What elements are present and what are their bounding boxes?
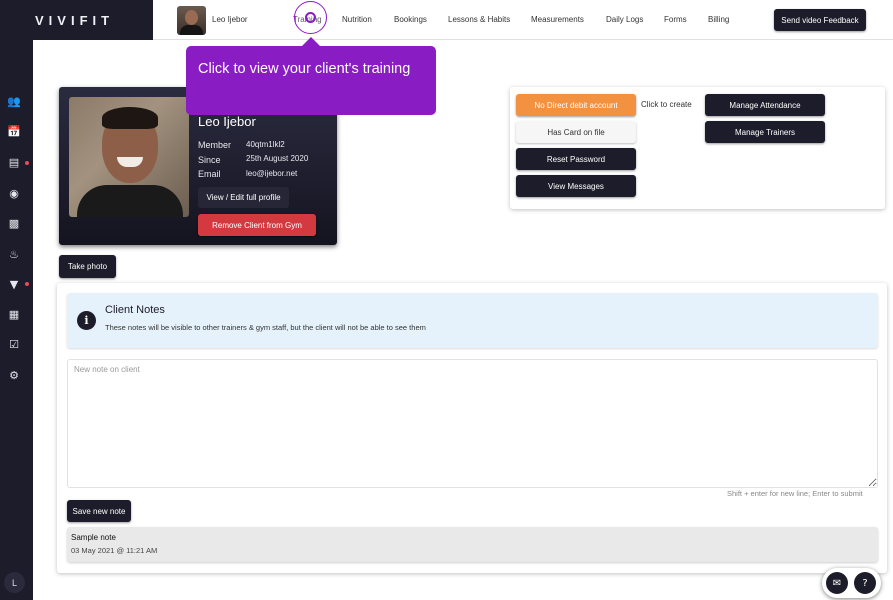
highlight-ring[interactable] — [294, 1, 327, 34]
notes-info-banner: i Client Notes These notes will be visib… — [67, 293, 878, 348]
book-icon[interactable]: ▦ — [6, 306, 22, 322]
email-value: leo@ijebor.net — [246, 169, 298, 178]
tab-lessons-habits[interactable]: Lessons & Habits — [448, 15, 510, 24]
notification-dot — [25, 161, 29, 165]
client-notes-section: i Client Notes These notes will be visib… — [57, 283, 887, 573]
send-video-feedback-button[interactable]: Send video Feedback — [774, 9, 866, 31]
reset-password-button[interactable]: Reset Password — [516, 148, 636, 170]
email-label: Email — [198, 169, 221, 179]
manage-attendance-button[interactable]: Manage Attendance — [705, 94, 825, 116]
user-avatar[interactable]: L — [4, 572, 25, 593]
edit-profile-button[interactable]: View / Edit full profile — [198, 187, 289, 208]
onboarding-tooltip[interactable]: Click to view your client's training — [186, 46, 436, 115]
top-nav: Leo Ijebor Training Nutrition Bookings L… — [153, 0, 893, 40]
filter-icon[interactable]: ▼ — [6, 276, 22, 292]
notification-dot — [25, 282, 29, 286]
tab-bookings[interactable]: Bookings — [394, 15, 427, 24]
tab-daily-logs[interactable]: Daily Logs — [606, 15, 643, 24]
member-value: 40qtm1lkl2 — [246, 140, 285, 149]
info-icon: i — [77, 311, 96, 330]
client-photo — [69, 97, 189, 217]
tab-measurements[interactable]: Measurements — [531, 15, 584, 24]
since-value: 25th August 2020 — [246, 154, 309, 163]
notes-description: These notes will be visible to other tra… — [105, 323, 426, 332]
floating-actions: ✉ ? — [822, 568, 881, 598]
actions-panel: No Direct debit account Click to create … — [510, 87, 885, 209]
view-messages-button[interactable]: View Messages — [516, 175, 636, 197]
click-to-create-link[interactable]: Click to create — [641, 100, 692, 109]
left-sidebar: 👥 📅 ▤ ◉ ▩ ♨ ▼ ▦ ☑ ⚙ L — [0, 0, 33, 600]
help-icon[interactable]: ? — [854, 572, 876, 594]
since-label: Since — [198, 155, 221, 165]
clients-icon[interactable]: 👥 — [6, 93, 22, 109]
manage-trainers-button[interactable]: Manage Trainers — [705, 121, 825, 143]
new-note-input[interactable] — [67, 359, 878, 488]
take-photo-button[interactable]: Take photo — [59, 255, 116, 278]
programs-icon[interactable]: ▤ — [6, 154, 22, 170]
settings-icon[interactable]: ⚙ — [6, 367, 22, 383]
direct-debit-button[interactable]: No Direct debit account — [516, 94, 636, 116]
tab-billing[interactable]: Billing — [708, 15, 729, 24]
mail-icon[interactable]: ✉ — [826, 572, 848, 594]
tab-nutrition[interactable]: Nutrition — [342, 15, 372, 24]
client-avatar[interactable] — [177, 6, 206, 35]
note-title: Sample note — [71, 533, 116, 542]
tab-forms[interactable]: Forms — [664, 15, 687, 24]
profile-name: Leo Ijebor — [198, 114, 256, 129]
input-hint: Shift + enter for new line; Enter to sub… — [727, 489, 863, 498]
tooltip-arrow — [302, 37, 320, 46]
card-on-file-button[interactable]: Has Card on file — [516, 121, 636, 143]
note-item[interactable]: Sample note 03 May 2021 @ 11:21 AM — [67, 527, 878, 562]
remove-client-button[interactable]: Remove Client from Gym — [198, 214, 316, 236]
checklist-icon[interactable]: ☑ — [6, 336, 22, 352]
notes-title: Client Notes — [105, 304, 165, 316]
client-name[interactable]: Leo Ijebor — [212, 15, 248, 24]
nutrition-icon[interactable]: ♨ — [6, 246, 22, 262]
note-date: 03 May 2021 @ 11:21 AM — [71, 546, 158, 555]
save-note-button[interactable]: Save new note — [67, 500, 131, 522]
brand-bar: VIVIFIT — [0, 0, 153, 40]
brand-logo[interactable]: VIVIFIT — [35, 13, 114, 28]
target-icon[interactable]: ◉ — [6, 185, 22, 201]
chart-icon[interactable]: ▩ — [6, 215, 22, 231]
member-label: Member — [198, 140, 232, 150]
calendar-icon[interactable]: 📅 — [6, 123, 22, 139]
